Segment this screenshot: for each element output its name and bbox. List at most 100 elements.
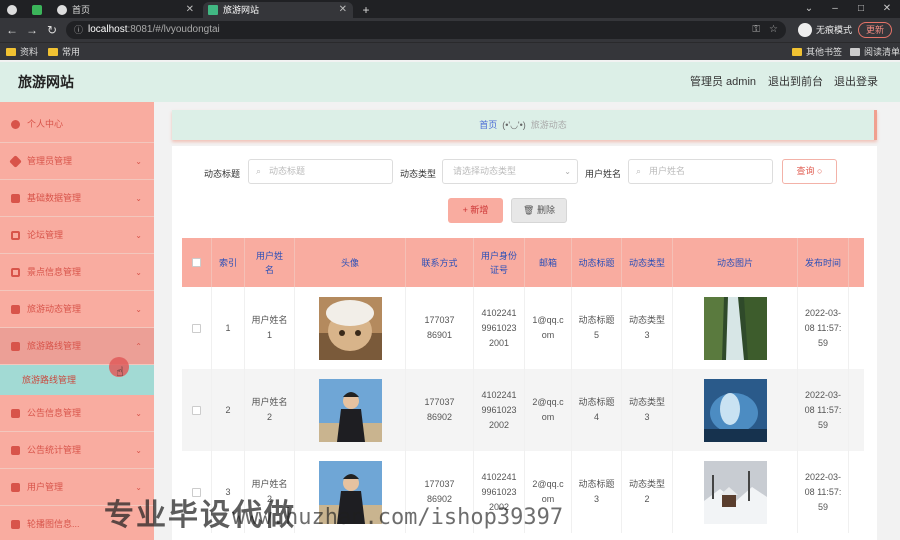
breadcrumb-current: 旅游动态	[530, 120, 567, 130]
chevron-down-icon: ⌄	[135, 231, 142, 240]
chevron-down-icon: ⌄	[135, 446, 142, 455]
cell-name: 用户姓名2	[245, 369, 295, 451]
chevron-up-icon: ⌃	[135, 342, 142, 351]
tab-label: 首页	[72, 5, 91, 15]
col-time[interactable]: 发布时间	[798, 238, 849, 287]
type-select[interactable]: 请选择动态类型 ⌄	[442, 159, 578, 184]
col-index[interactable]: 索引	[212, 238, 245, 287]
browser-tab-home[interactable]: 首页 ✕	[52, 2, 200, 18]
app-icon	[32, 5, 42, 15]
sidebar-item-label: 公告统计管理	[27, 445, 82, 455]
sidebar-item-forum[interactable]: 论坛管理 ⌄	[0, 217, 154, 254]
cell-time: 2022-03-08 11:57:59	[798, 369, 849, 451]
col-title[interactable]: 动态标题	[572, 238, 622, 287]
globe-icon	[7, 5, 17, 15]
sidebar-item-label: 用户管理	[27, 482, 64, 492]
chevron-down-icon: ⌄	[135, 305, 142, 314]
reading-list-icon	[850, 48, 860, 56]
bookmark-folder[interactable]: 资料	[6, 43, 38, 61]
row-checkbox[interactable]	[192, 405, 201, 415]
cell-type-text: 动态类型3	[629, 397, 666, 422]
forward-icon[interactable]: →	[24, 21, 40, 39]
carousel-icon	[11, 520, 20, 529]
url-path: :8081/#/lvyoudongtai	[127, 24, 220, 35]
row-checkbox[interactable]	[192, 323, 201, 333]
title-placeholder: 动态标题	[269, 166, 306, 176]
tab-search-icon[interactable]: ⌄	[796, 0, 822, 18]
submenu-item-travel-route[interactable]: 旅游路线管理	[0, 365, 154, 395]
browser-tab-2[interactable]	[27, 2, 49, 18]
key-icon[interactable]: ⚿	[752, 21, 760, 39]
reload-icon[interactable]: ↻	[44, 21, 60, 39]
col-email[interactable]: 邮箱	[525, 238, 572, 287]
url-input[interactable]: ⓘ localhost:8081/#/lvyoudongtai ⚿ ☆	[66, 21, 786, 39]
app-header: 旅游网站 管理员 admin 退出到前台 退出登录	[0, 62, 900, 102]
admin-label: 管理员 admin	[690, 76, 757, 88]
incognito-indicator[interactable]: 无痕模式	[798, 22, 852, 38]
select-all-checkbox[interactable]	[192, 258, 201, 267]
sidebar-item-basic-data[interactable]: 基础数据管理 ⌄	[0, 180, 154, 217]
breadcrumb-home[interactable]: 首页	[479, 120, 497, 130]
close-icon[interactable]: ✕	[339, 2, 347, 18]
table-header: 索引 用户姓名 头像 联系方式 用户身份证号 邮箱 动态标题 动态类型 动态图片…	[182, 238, 864, 287]
col-type[interactable]: 动态类型	[622, 238, 673, 287]
col-avatar[interactable]: 头像	[295, 238, 406, 287]
sidebar-item-notice[interactable]: 公告信息管理 ⌄	[0, 395, 154, 432]
title-search-input[interactable]: ⌕ 动态标题	[248, 159, 393, 184]
back-icon[interactable]: ←	[4, 21, 20, 39]
bookmark-folder[interactable]: 常用	[48, 43, 80, 61]
cell-avatar	[295, 369, 406, 451]
chevron-down-icon: ⌄	[135, 409, 142, 418]
delete-label: 删除	[536, 205, 555, 215]
reading-list[interactable]: 阅读清单	[850, 43, 900, 61]
query-button[interactable]: 查询 ○	[782, 159, 837, 184]
cell-email: 1@qq.com	[525, 287, 572, 369]
search-icon: ⌕	[256, 166, 262, 176]
address-bar-row: ← → ↻ ⓘ localhost:8081/#/lvyoudongtai ⚿ …	[0, 18, 900, 42]
info-icon[interactable]: ⓘ	[74, 21, 83, 39]
sidebar-item-profile[interactable]: 个人中心	[0, 106, 154, 143]
browser-tab-active[interactable]: 旅游网站 ✕	[203, 2, 353, 18]
bookmark-folder[interactable]: 其他书签	[792, 43, 842, 61]
sidebar-item-travel-route[interactable]: 旅游路线管理 ⌃	[0, 328, 154, 365]
breadcrumb: 首页 (•'◡'•) 旅游动态	[172, 110, 877, 140]
logout-link[interactable]: 退出登录	[834, 62, 878, 102]
cell-name: 用户姓名1	[245, 287, 295, 369]
col-name[interactable]: 用户姓名	[245, 238, 295, 287]
cell-title: 动态标题3	[572, 451, 622, 533]
sidebar-item-admin[interactable]: 管理员管理 ⌄	[0, 143, 154, 180]
cell-index: 2	[212, 369, 245, 451]
sidebar-item-label: 基础数据管理	[27, 193, 82, 203]
bookmark-label: 常用	[62, 47, 81, 57]
maximize-icon[interactable]: □	[848, 0, 874, 18]
delete-button[interactable]: 🗑 删除	[511, 198, 567, 223]
sidebar-item-label: 论坛管理	[27, 230, 64, 240]
browser-tab-1[interactable]	[2, 2, 22, 18]
star-icon[interactable]: ☆	[769, 21, 778, 39]
sidebar-item-scenic[interactable]: 景点信息管理 ⌄	[0, 254, 154, 291]
sidebar-item-label: 旅游路线管理	[27, 341, 82, 351]
incognito-label: 无痕模式	[816, 25, 853, 35]
close-icon[interactable]: ✕	[186, 2, 194, 18]
flag-icon	[11, 194, 20, 203]
new-tab-button[interactable]: +	[356, 2, 376, 18]
close-window-icon[interactable]: ✕	[874, 0, 900, 18]
cell-name-text: 用户姓名2	[251, 397, 288, 422]
col-idcard[interactable]: 用户身份证号	[474, 238, 525, 287]
update-button[interactable]: 更新	[858, 22, 893, 38]
minimize-icon[interactable]: –	[822, 0, 848, 18]
news-icon	[11, 305, 20, 314]
chevron-down-icon: ⌄	[135, 157, 142, 166]
search-icon: ⌕	[636, 166, 642, 176]
user-search-input[interactable]: ⌕ 用户姓名	[628, 159, 773, 184]
avatar-image	[318, 296, 382, 360]
add-button[interactable]: + 新增	[448, 198, 503, 223]
back-to-front-link[interactable]: 退出到前台	[768, 62, 823, 102]
col-image[interactable]: 动态图片	[673, 238, 798, 287]
sidebar-item-label: 个人中心	[27, 119, 64, 129]
sidebar-item-travel-news[interactable]: 旅游动态管理 ⌄	[0, 291, 154, 328]
bookmarks-bar: 资料 常用 其他书签 阅读清单	[0, 42, 900, 60]
sidebar-item-stats[interactable]: 公告统计管理 ⌄	[0, 432, 154, 469]
col-phone[interactable]: 联系方式	[406, 238, 474, 287]
stats-icon	[11, 446, 20, 455]
